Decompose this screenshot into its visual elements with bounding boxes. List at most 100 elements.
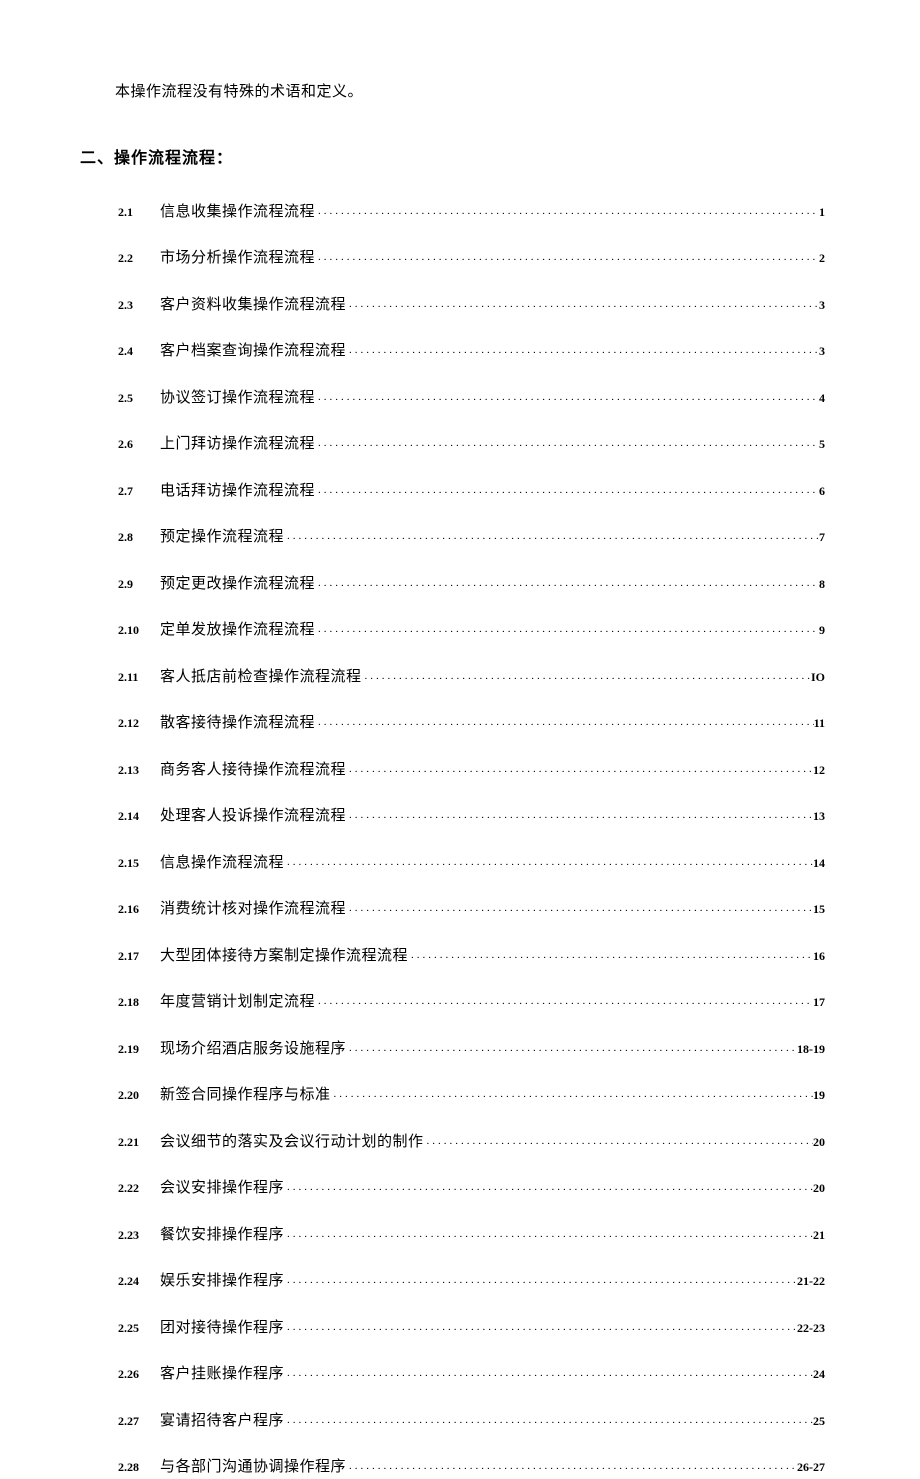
toc-page-number: 18-19 (797, 1040, 825, 1059)
toc-leader-dots (315, 203, 819, 221)
toc-title: 协议签订操作流程流程 (160, 386, 315, 410)
toc-leader-dots (315, 621, 819, 639)
toc-number: 2.19 (118, 1040, 160, 1059)
toc-page-number: 1 (819, 203, 825, 222)
toc-item: 2.13商务客人接待操作流程流程12 (118, 758, 825, 782)
toc-title: 处理客人投诉操作流程流程 (160, 804, 346, 828)
toc-title: 客户档案查询操作流程流程 (160, 339, 346, 363)
toc-number: 2.17 (118, 947, 160, 966)
toc-item: 2.16消费统计核对操作流程流程 15 (118, 897, 825, 921)
toc-leader-dots (284, 1412, 813, 1430)
toc-item: 2.12散客接待操作流程流程 11 (118, 711, 825, 735)
toc-item: 2.20新签合同操作程序与标准19 (118, 1083, 825, 1107)
toc-number: 2.1 (118, 203, 160, 222)
toc-list: 2.1信息收集操作流程流程12.2市场分析操作流程流程 22.3客户资料收集操作… (118, 200, 825, 1479)
toc-leader-dots (424, 1133, 813, 1151)
toc-item: 2.14处理客人投诉操作流程流程13 (118, 804, 825, 828)
toc-title: 信息操作流程流程 (160, 851, 284, 875)
toc-leader-dots (315, 435, 819, 453)
toc-page-number: 16 (813, 947, 825, 966)
toc-page-number: 3 (819, 342, 825, 361)
toc-item: 2.2市场分析操作流程流程 2 (118, 246, 825, 270)
toc-page-number: 21 (813, 1226, 825, 1245)
toc-title: 与各部门沟通协调操作程序 (160, 1455, 346, 1479)
toc-leader-dots (331, 1086, 813, 1104)
toc-number: 2.3 (118, 296, 160, 315)
toc-title: 年度营销计划制定流程 (160, 990, 315, 1014)
toc-page-number: 15 (813, 900, 825, 919)
toc-page-number: 19 (813, 1086, 825, 1105)
toc-title: 宴请招待客户程序 (160, 1409, 284, 1433)
toc-leader-dots (315, 389, 819, 407)
toc-number: 2.9 (118, 575, 160, 594)
section-heading: 二、操作流程流程： (80, 146, 825, 172)
toc-number: 2.18 (118, 993, 160, 1012)
toc-title: 餐饮安排操作程序 (160, 1223, 284, 1247)
toc-title: 团对接待操作程序 (160, 1316, 284, 1340)
toc-item: 2.7电话拜访操作流程流程 6 (118, 479, 825, 503)
toc-item: 2.1信息收集操作流程流程1 (118, 200, 825, 224)
toc-title: 会议安排操作程序 (160, 1176, 284, 1200)
toc-page-number: 26-27 (797, 1458, 825, 1477)
toc-leader-dots (315, 993, 813, 1011)
toc-item: 2.22会议安排操作程序20 (118, 1176, 825, 1200)
toc-number: 2.6 (118, 435, 160, 454)
toc-leader-dots (346, 761, 813, 779)
toc-number: 2.7 (118, 482, 160, 501)
toc-leader-dots (284, 528, 819, 546)
toc-leader-dots (284, 1365, 813, 1383)
toc-page-number: 13 (813, 807, 825, 826)
toc-page-number: 17 (813, 993, 825, 1012)
toc-page-number: 9 (819, 621, 825, 640)
toc-item: 2.11客人抵店前检查操作流程流程IO (118, 665, 825, 689)
toc-number: 2.5 (118, 389, 160, 408)
toc-title: 定单发放操作流程流程 (160, 618, 315, 642)
toc-item: 2.18年度营销计划制定流程 17 (118, 990, 825, 1014)
toc-number: 2.11 (118, 668, 160, 687)
toc-page-number: 2 (819, 249, 825, 268)
toc-title: 大型团体接待方案制定操作流程流程 (160, 944, 408, 968)
toc-leader-dots (315, 575, 819, 593)
toc-leader-dots (284, 1272, 797, 1290)
toc-item: 2.3客户资料收集操作流程流程 3 (118, 293, 825, 317)
toc-title: 消费统计核对操作流程流程 (160, 897, 346, 921)
toc-page-number: 25 (813, 1412, 825, 1431)
toc-title: 客人抵店前检查操作流程流程 (160, 665, 362, 689)
toc-page-number: 5 (819, 435, 825, 454)
toc-item: 2.15信息操作流程流程14 (118, 851, 825, 875)
toc-title: 客户资料收集操作流程流程 (160, 293, 346, 317)
toc-page-number: 11 (814, 714, 825, 733)
toc-item: 2.23餐饮安排操作程序 21 (118, 1223, 825, 1247)
toc-title: 电话拜访操作流程流程 (160, 479, 315, 503)
toc-item: 2.21会议细节的落实及会议行动计划的制作20 (118, 1130, 825, 1154)
toc-page-number: 20 (813, 1179, 825, 1198)
toc-page-number: 21-22 (797, 1272, 825, 1291)
toc-number: 2.15 (118, 854, 160, 873)
toc-number: 2.25 (118, 1319, 160, 1338)
toc-item: 2.17大型团体接待方案制定操作流程流程 16 (118, 944, 825, 968)
toc-number: 2.26 (118, 1365, 160, 1384)
toc-number: 2.8 (118, 528, 160, 547)
toc-page-number: 7 (819, 528, 825, 547)
toc-leader-dots (346, 342, 819, 360)
toc-item: 2.5协议签订操作流程流程 4 (118, 386, 825, 410)
toc-title: 散客接待操作流程流程 (160, 711, 315, 735)
toc-item: 2.25团对接待操作程序 22-23 (118, 1316, 825, 1340)
toc-item: 2.9预定更改操作流程流程 8 (118, 572, 825, 596)
toc-title: 市场分析操作流程流程 (160, 246, 315, 270)
toc-number: 2.12 (118, 714, 160, 733)
toc-item: 2.8预定操作流程流程 7 (118, 525, 825, 549)
toc-leader-dots (346, 1458, 797, 1476)
toc-title: 预定更改操作流程流程 (160, 572, 315, 596)
toc-number: 2.27 (118, 1412, 160, 1431)
toc-leader-dots (315, 714, 814, 732)
toc-leader-dots (284, 1179, 813, 1197)
toc-leader-dots (408, 947, 813, 965)
toc-leader-dots (346, 296, 819, 314)
toc-item: 2.4客户档案查询操作流程流程 3 (118, 339, 825, 363)
toc-item: 2.6上门拜访操作流程流程 5 (118, 432, 825, 456)
toc-leader-dots (315, 249, 819, 267)
toc-page-number: 8 (819, 575, 825, 594)
toc-number: 2.16 (118, 900, 160, 919)
toc-leader-dots (284, 854, 813, 872)
